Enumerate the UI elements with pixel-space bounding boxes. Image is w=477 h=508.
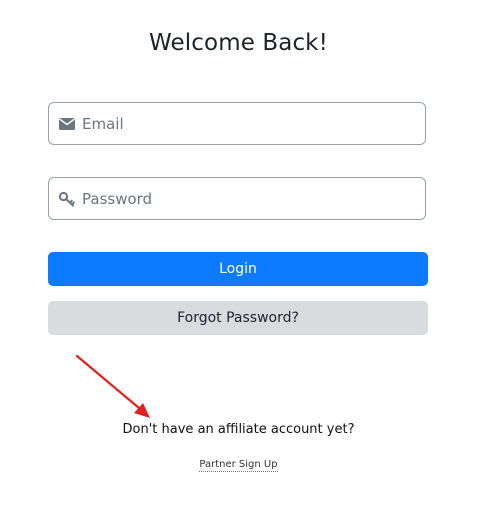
page-title: Welcome Back! <box>149 30 328 56</box>
email-input[interactable] <box>82 103 417 144</box>
password-field[interactable] <box>48 177 426 220</box>
signup-prompt: Don't have an affiliate account yet? <box>122 422 355 437</box>
partner-signup-link[interactable]: Partner Sign Up <box>199 459 278 472</box>
envelope-icon <box>58 115 76 133</box>
password-input[interactable] <box>82 178 417 219</box>
forgot-password-button[interactable]: Forgot Password? <box>48 301 428 335</box>
key-icon <box>58 190 76 208</box>
email-field[interactable] <box>48 102 426 145</box>
login-button[interactable]: Login <box>48 252 428 286</box>
